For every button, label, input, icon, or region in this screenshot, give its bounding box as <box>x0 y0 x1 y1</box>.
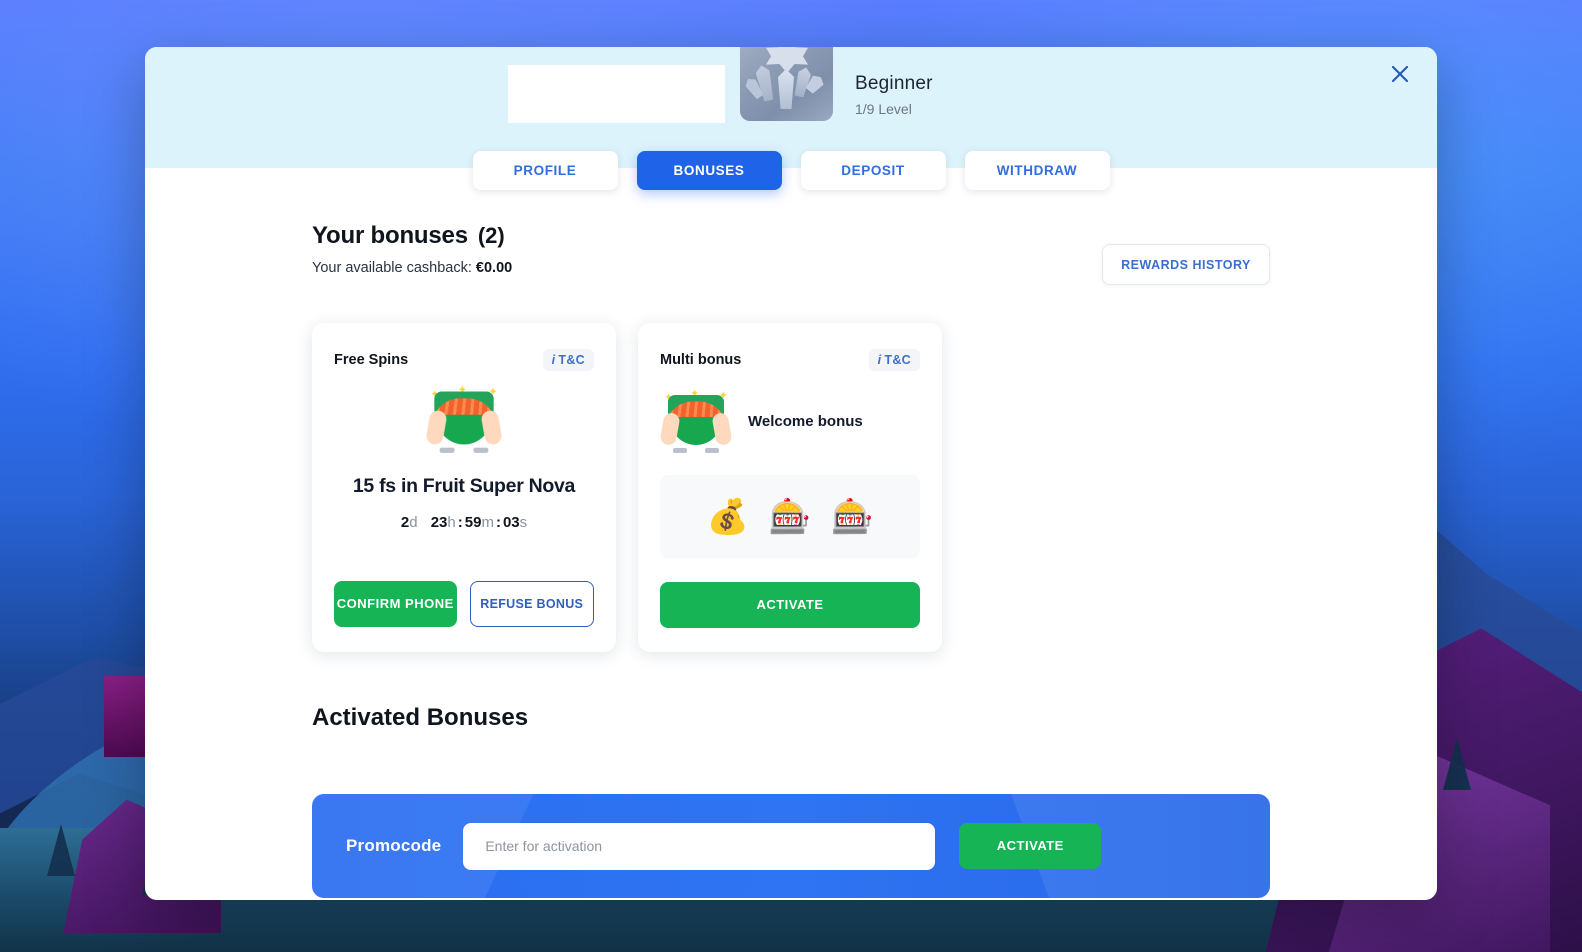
terms-and-conditions-button[interactable]: i T&C <box>868 349 920 371</box>
cashback-label: Your available cashback: <box>312 260 472 276</box>
activate-bonus-button[interactable]: ACTIVATE <box>660 582 920 628</box>
promocode-label: Promocode <box>346 836 442 855</box>
rank-level: 1/9 Level <box>855 101 912 117</box>
countdown-seconds: 03 <box>502 514 520 531</box>
slot-machine-icon: 🎰 <box>831 497 874 536</box>
tab-bonuses[interactable]: BONUSES <box>636 151 782 190</box>
account-modal: Beginner 1/9 Level PROFILE BONUSES DEPOS… <box>145 47 1437 900</box>
confirm-phone-button[interactable]: CONFIRM PHONE <box>334 581 457 627</box>
tc-label: T&C <box>884 353 911 367</box>
countdown-separator: : <box>495 514 501 531</box>
tab-withdraw[interactable]: WITHDRAW <box>964 151 1110 190</box>
modal-header: Beginner 1/9 Level PROFILE BONUSES DEPOS… <box>145 47 1437 190</box>
countdown-days: 2 <box>400 514 410 531</box>
crystal-rank-badge-icon <box>740 47 833 121</box>
page-title: Your bonuses <box>312 222 468 249</box>
header-placeholder-block <box>508 65 725 123</box>
countdown-minutes-unit: m <box>481 514 494 531</box>
countdown-seconds-unit: s <box>519 514 528 531</box>
countdown-hours: 23 <box>430 514 448 531</box>
modal-body: Your bonuses (2) Your available cashback… <box>145 168 1437 898</box>
tc-label: T&C <box>558 353 585 367</box>
promocode-input[interactable] <box>463 822 936 870</box>
info-icon: i <box>877 353 882 367</box>
money-in-hands-icon: ✦ ✦ ✦ <box>659 387 733 455</box>
countdown-days-unit: d <box>409 514 418 531</box>
tab-profile[interactable]: PROFILE <box>472 151 618 190</box>
slot-machine-icon: 🎰 <box>768 497 812 536</box>
countdown-timer: 2d 23h:59m:03s <box>334 514 594 531</box>
rank-title: Beginner <box>855 73 933 94</box>
promocode-activate-button[interactable]: ACTIVATE <box>959 823 1102 869</box>
activated-bonuses-title: Activated Bonuses <box>312 704 529 731</box>
card-actions: CONFIRM PHONE REFUSE BONUS <box>334 581 594 627</box>
bonus-card-multi-bonus: Multi bonus iT&C ✦ ✦ ✦ <box>638 323 942 652</box>
rewards-history-button[interactable]: REWARDS HISTORY <box>1102 244 1270 285</box>
info-icon: i <box>551 353 556 367</box>
promocode-bar: Promocode ACTIVATE <box>312 794 1270 898</box>
pine-tree <box>47 823 76 876</box>
bonus-illustration-wrap: ✦ ✦ ✦ <box>334 383 594 455</box>
bonus-count: (2) <box>477 223 505 248</box>
countdown-hours-unit: h <box>447 514 456 531</box>
close-icon[interactable] <box>1383 57 1417 91</box>
bonus-name: 15 fs in Fruit Super Nova <box>352 475 576 497</box>
card-kind-label: Free Spins <box>334 352 409 368</box>
bonus-name: Welcome bonus <box>748 412 863 430</box>
cashback-value: €0.00 <box>475 260 513 276</box>
money-bag-icon: 💰 <box>706 497 749 536</box>
multi-bonus-row: ✦ ✦ ✦ Welcome bonus <box>659 387 920 455</box>
countdown-separator: : <box>457 514 463 531</box>
terms-and-conditions-button[interactable]: i T&C <box>542 349 594 371</box>
pine-tree <box>1443 738 1472 791</box>
card-kind-label: Multi bonus <box>660 352 742 368</box>
card-header: Multi bonus i T&C <box>660 349 920 371</box>
bonus-cards: Free Spins iT&C ✦ ✦ ✦ <box>312 323 1270 652</box>
multi-bonus-items: 💰 🎰 🎰 <box>660 475 920 558</box>
bonus-card-free-spins: Free Spins iT&C ✦ ✦ ✦ <box>312 323 616 652</box>
card-header: Free Spins i T&C <box>334 349 594 371</box>
rank-info: Beginner 1/9 Level <box>855 73 933 117</box>
tab-bar: PROFILE BONUSES DEPOSIT WITHDRAW <box>145 151 1437 190</box>
tab-deposit[interactable]: DEPOSIT <box>800 151 946 190</box>
refuse-bonus-button[interactable]: REFUSE BONUS <box>469 581 594 627</box>
money-in-hands-icon: ✦ ✦ ✦ <box>425 383 503 455</box>
countdown-minutes: 59 <box>464 514 482 531</box>
